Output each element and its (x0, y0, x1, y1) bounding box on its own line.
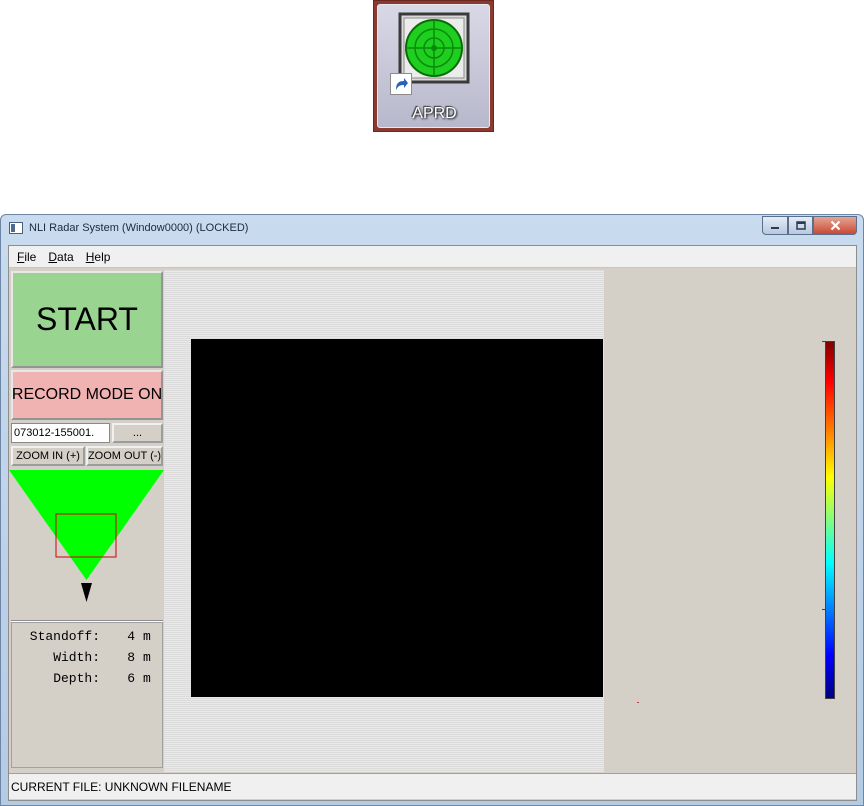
menu-help[interactable]: Help (86, 250, 111, 264)
window-icon (9, 222, 23, 234)
close-icon (830, 220, 840, 231)
menu-data-label: ata (57, 249, 74, 264)
minimize-icon (771, 226, 779, 229)
filename-input[interactable] (11, 423, 110, 443)
start-button[interactable]: START (11, 271, 163, 368)
standoff-label: Standoff: (29, 629, 100, 644)
shortcut-label: APRD (412, 105, 457, 122)
zoom-in-button[interactable]: ZOOM IN (+) (11, 446, 85, 466)
menu-file-label: ile (24, 249, 37, 264)
menu-file[interactable]: File (17, 250, 36, 264)
depth-value: 6 (127, 671, 135, 686)
color-scale-tick-top (822, 341, 825, 342)
radar-image-view[interactable] (191, 339, 603, 697)
fov-cone (9, 470, 164, 580)
standoff-value: 4 (127, 629, 135, 644)
zoom-out-button[interactable]: ZOOM OUT (-) (86, 446, 163, 466)
client-area: File Data Help START RECORD MODE ON ... … (8, 245, 857, 801)
browse-button[interactable]: ... (112, 423, 163, 443)
color-scale-tick-low (822, 609, 825, 610)
sensor-marker (81, 583, 92, 602)
maximize-button[interactable] (788, 216, 813, 235)
title-bar[interactable]: NLI Radar System (Window0000) (LOCKED) (1, 215, 863, 243)
param-depth: Depth: 6 m (12, 671, 162, 692)
window-controls (762, 216, 857, 235)
app-window: NLI Radar System (Window0000) (LOCKED) F… (0, 214, 864, 806)
width-value: 8 (127, 650, 135, 665)
shortcut-highlight: APRD (377, 4, 490, 128)
menu-data-mnemonic: D (48, 249, 58, 264)
depth-label: Depth: (53, 671, 100, 686)
status-bar: CURRENT FILE: UNKNOWN FILENAME (9, 773, 856, 799)
width-unit: m (143, 650, 151, 665)
window-title: NLI Radar System (Window0000) (LOCKED) (29, 222, 249, 234)
close-button[interactable] (813, 216, 857, 235)
menu-bar: File Data Help (9, 246, 856, 268)
scan-parameters: Standoff: 4 m Width: 8 m Depth: 6 m (11, 622, 163, 768)
record-mode-button[interactable]: RECORD MODE ON (11, 370, 163, 420)
control-panel: START RECORD MODE ON ... ZOOM IN (+) ZOO… (9, 270, 164, 800)
color-scale-bar (825, 341, 835, 699)
width-label: Width: (53, 650, 100, 665)
param-standoff: Standoff: 4 m (12, 629, 162, 650)
minimize-button[interactable] (762, 216, 788, 235)
standoff-unit: m (143, 629, 151, 644)
desktop-shortcut-aprd[interactable]: APRD (373, 0, 494, 132)
param-width: Width: 8 m (12, 650, 162, 671)
radar-display-area (164, 270, 604, 772)
menu-help-label: elp (94, 249, 111, 264)
field-of-view-diagram[interactable] (9, 470, 164, 618)
color-scale-panel (604, 270, 856, 772)
maximize-icon (795, 221, 806, 230)
depth-unit: m (143, 671, 151, 686)
stray-marker (637, 702, 639, 703)
shortcut-arrow-icon (390, 73, 412, 95)
menu-data[interactable]: Data (48, 250, 73, 264)
